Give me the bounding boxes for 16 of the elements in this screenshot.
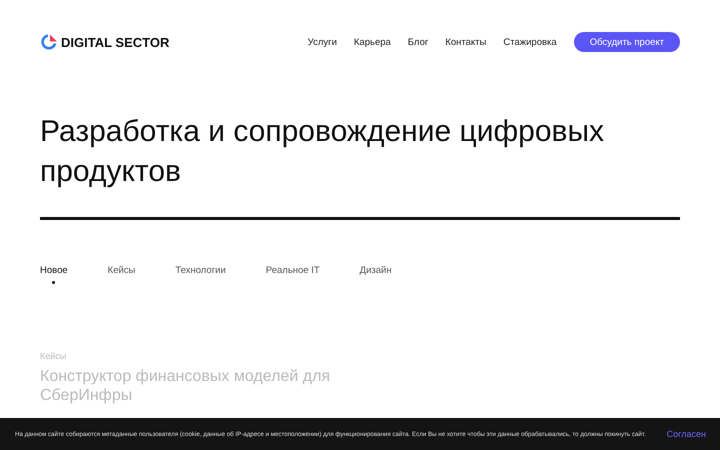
filter-tab[interactable]: Новое <box>40 265 68 284</box>
nav-link[interactable]: Контакты <box>445 36 486 48</box>
card-category: Кейсы <box>40 351 68 361</box>
filter-tab[interactable]: Технологии <box>175 265 226 284</box>
logo-icon <box>40 33 58 51</box>
discuss-project-button[interactable]: Обсудить проект <box>574 32 680 52</box>
nav-link[interactable]: Карьера <box>354 36 391 48</box>
nav-link[interactable]: Блог <box>408 36 428 48</box>
logo-text: DIGITAL SECTOR <box>61 34 170 50</box>
filter-tab[interactable]: Кейсы <box>108 265 136 284</box>
filter-tab[interactable]: Дизайн <box>360 265 392 284</box>
nav-link[interactable]: Стажировка <box>503 36 557 48</box>
filter-tab[interactable]: Реальное IT <box>266 265 320 284</box>
agree-button[interactable]: Согласен <box>666 429 706 439</box>
hero-title: Разработка и сопровождение цифровых продуктов <box>40 114 606 190</box>
nav-link[interactable]: Услуги <box>308 36 337 48</box>
